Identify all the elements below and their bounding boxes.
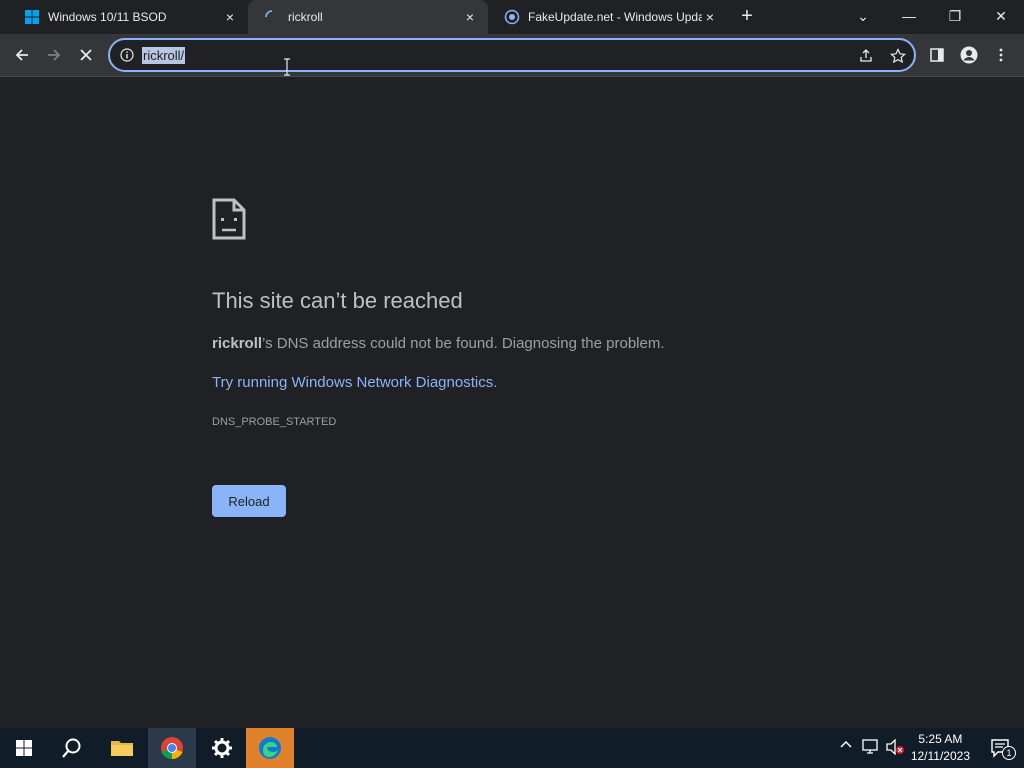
url-text[interactable]: rickroll/ bbox=[142, 47, 186, 64]
side-panel-icon bbox=[930, 48, 944, 62]
address-bar[interactable]: rickroll/ bbox=[108, 38, 916, 72]
chrome-taskbar-button[interactable] bbox=[148, 728, 196, 768]
folder-icon bbox=[111, 741, 133, 756]
taskbar: 5:25 AM 12/11/2023 1 bbox=[0, 728, 1024, 768]
bookmark-star-icon[interactable] bbox=[890, 48, 906, 64]
info-icon[interactable] bbox=[120, 48, 134, 62]
toolbar: rickroll/ bbox=[0, 34, 1024, 77]
fakeupdate-favicon-icon bbox=[504, 9, 520, 25]
kebab-menu-icon bbox=[999, 48, 1003, 62]
windows-logo-icon bbox=[25, 10, 39, 24]
stop-loading-button[interactable] bbox=[71, 40, 101, 70]
error-description-text: ’s DNS address could not be found. Diagn… bbox=[262, 335, 665, 352]
chrome-icon bbox=[161, 737, 183, 760]
search-button[interactable] bbox=[48, 728, 96, 768]
edge-icon bbox=[259, 737, 281, 759]
action-center-button[interactable]: 1 bbox=[976, 728, 1024, 768]
tab-rickroll[interactable]: rickroll × bbox=[248, 0, 488, 34]
chevron-up-icon bbox=[840, 740, 852, 748]
diagnostics-line: Try running Windows Network Diagnostics. bbox=[212, 374, 497, 391]
text-cursor-icon bbox=[284, 58, 290, 76]
clock-date: 12/11/2023 bbox=[910, 749, 970, 763]
stop-x-icon bbox=[80, 49, 92, 61]
share-icon[interactable] bbox=[858, 48, 874, 64]
tab-bsod[interactable]: Windows 10/11 BSOD × bbox=[8, 0, 248, 34]
network-icon[interactable] bbox=[862, 739, 880, 758]
tab-title: rickroll bbox=[288, 10, 323, 24]
volume-muted-icon[interactable] bbox=[886, 738, 904, 758]
reload-button[interactable]: Reload bbox=[212, 485, 286, 517]
sad-page-icon bbox=[212, 198, 246, 240]
tab-title: FakeUpdate.net - Windows Upda bbox=[528, 10, 702, 24]
error-page: This site can’t be reached rickroll’s DN… bbox=[0, 78, 1024, 728]
forward-button[interactable] bbox=[39, 40, 69, 70]
back-arrow-icon bbox=[15, 49, 28, 61]
profile-avatar-icon bbox=[960, 46, 978, 64]
minimize-button[interactable]: — bbox=[886, 0, 932, 32]
speaker-muted-icon bbox=[886, 738, 904, 756]
clock[interactable]: 5:25 AM 12/11/2023 bbox=[911, 731, 970, 765]
clock-time: 5:25 AM bbox=[918, 732, 963, 746]
tab-close-icon[interactable]: × bbox=[702, 9, 718, 25]
edge-taskbar-button[interactable] bbox=[246, 728, 294, 768]
error-description: rickroll’s DNS address could not be foun… bbox=[212, 335, 665, 352]
tab-strip: Windows 10/11 BSOD × rickroll × FakeUpda… bbox=[0, 0, 1024, 34]
file-explorer-button[interactable] bbox=[98, 728, 146, 768]
settings-taskbar-button[interactable] bbox=[198, 728, 246, 768]
search-icon bbox=[62, 738, 81, 758]
tab-close-icon[interactable]: × bbox=[462, 9, 478, 25]
tab-close-icon[interactable]: × bbox=[222, 9, 238, 25]
tab-search-button[interactable]: ⌄ bbox=[840, 0, 886, 32]
menu-button[interactable] bbox=[986, 40, 1016, 70]
side-panel-button[interactable] bbox=[922, 40, 952, 70]
tray-chevron-icon[interactable] bbox=[840, 739, 852, 754]
notification-count: 1 bbox=[1002, 746, 1016, 760]
profile-button[interactable] bbox=[954, 40, 984, 70]
windows-start-icon bbox=[16, 740, 32, 756]
new-tab-button[interactable]: + bbox=[730, 0, 764, 32]
restore-button[interactable]: ❐ bbox=[932, 0, 978, 32]
error-host: rickroll bbox=[212, 335, 263, 352]
start-button[interactable] bbox=[0, 728, 48, 768]
tab-fakeupdate[interactable]: FakeUpdate.net - Windows Upda × bbox=[488, 0, 728, 34]
back-button[interactable] bbox=[7, 40, 37, 70]
tab-title: Windows 10/11 BSOD bbox=[48, 10, 167, 24]
loading-spinner-icon bbox=[265, 10, 273, 18]
network-monitor-icon bbox=[862, 739, 878, 754]
close-window-button[interactable]: ✕ bbox=[978, 0, 1024, 32]
diagnostics-period: . bbox=[493, 374, 498, 391]
gear-icon bbox=[212, 738, 232, 758]
error-heading: This site can’t be reached bbox=[212, 288, 463, 313]
forward-arrow-icon bbox=[48, 49, 61, 61]
diagnostics-link[interactable]: Try running Windows Network Diagnostics bbox=[212, 374, 493, 391]
error-code: DNS_PROBE_STARTED bbox=[212, 416, 337, 428]
